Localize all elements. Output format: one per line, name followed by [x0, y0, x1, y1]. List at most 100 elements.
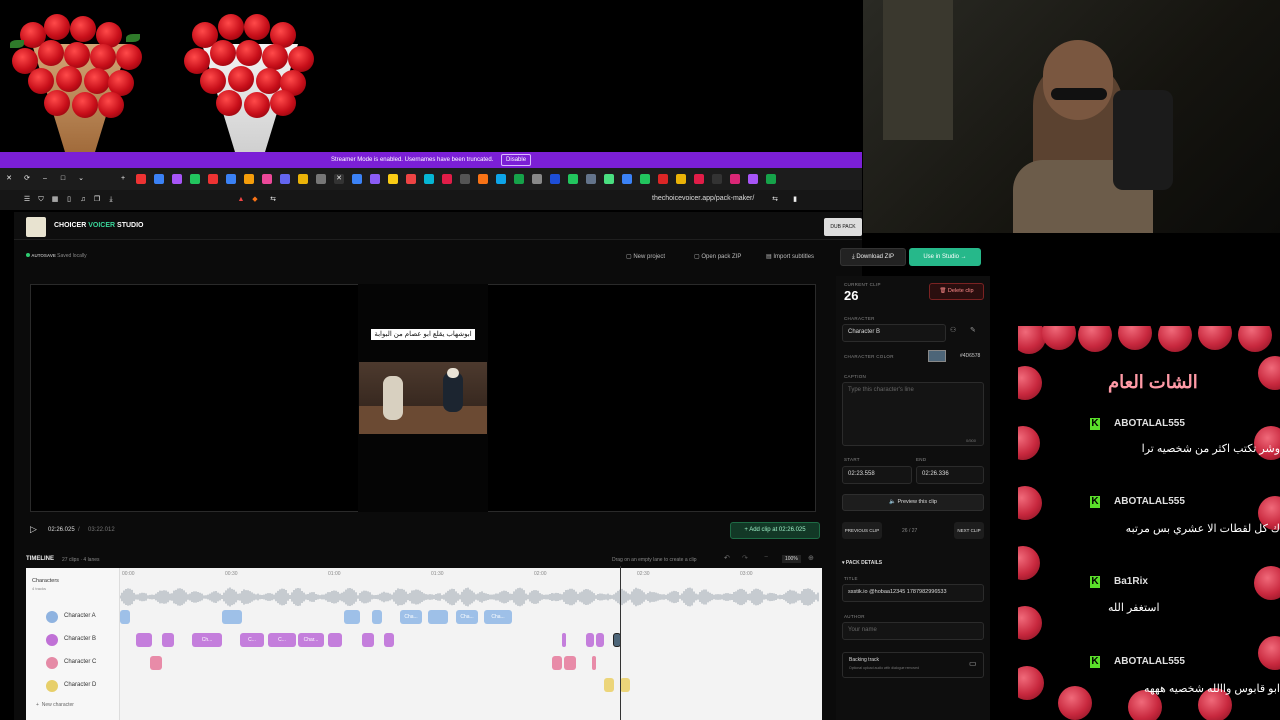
- use-in-studio-button[interactable]: Use in Studio →: [909, 248, 981, 266]
- clip-character-a[interactable]: [428, 610, 448, 624]
- tab-favicon[interactable]: [352, 174, 362, 184]
- tab-favicon[interactable]: [748, 174, 758, 184]
- tab-favicon[interactable]: [244, 174, 254, 184]
- clip-character-b[interactable]: [362, 633, 374, 647]
- tab-favicon[interactable]: [514, 174, 524, 184]
- clip-character-c[interactable]: [592, 656, 596, 670]
- tune-icon[interactable]: ⇆: [268, 195, 278, 205]
- lane-character-d[interactable]: Character D: [26, 675, 120, 697]
- clip-character-a[interactable]: Cha...: [456, 610, 478, 624]
- dub-pack-maker-button[interactable]: DUB PACK MAKER: [824, 218, 862, 248]
- redo-icon[interactable]: ↷: [742, 554, 748, 562]
- tab-favicon[interactable]: [496, 174, 506, 184]
- sidebar-toggle-icon[interactable]: ☰: [22, 195, 32, 205]
- tab-favicon[interactable]: [478, 174, 488, 184]
- brave-icon[interactable]: ◆: [250, 195, 260, 205]
- pack-details-toggle[interactable]: ▾ PACK DETAILS: [842, 560, 882, 566]
- timeline-playhead[interactable]: [620, 566, 621, 720]
- tab-favicon[interactable]: [694, 174, 704, 184]
- clip-character-b[interactable]: [562, 633, 566, 647]
- download-zip-button[interactable]: ⤓ Download ZIP: [840, 248, 906, 266]
- tab-favicon[interactable]: [712, 174, 722, 184]
- folder-icon[interactable]: ▭: [969, 659, 977, 668]
- clip-character-d[interactable]: [620, 678, 630, 692]
- clip-character-b[interactable]: [596, 633, 604, 647]
- clip-character-a[interactable]: [120, 610, 130, 624]
- tab-favicon[interactable]: [622, 174, 632, 184]
- tab-favicon[interactable]: [766, 174, 776, 184]
- tab-favicon[interactable]: [460, 174, 470, 184]
- end-time-input[interactable]: 02:26.336: [916, 466, 984, 484]
- download-icon[interactable]: ⤓: [106, 195, 116, 205]
- tab-favicon[interactable]: [136, 174, 146, 184]
- tab-favicon[interactable]: [730, 174, 740, 184]
- add-character-icon[interactable]: ⚇: [950, 326, 956, 334]
- tab-favicon[interactable]: [604, 174, 614, 184]
- disable-streamer-mode-button[interactable]: Disable: [501, 154, 532, 166]
- tab-favicon[interactable]: [424, 174, 434, 184]
- clip-character-b[interactable]: C...: [268, 633, 296, 647]
- next-clip-button[interactable]: NEXT CLIP: [954, 522, 984, 539]
- tab-favicon[interactable]: [388, 174, 398, 184]
- delete-clip-button[interactable]: 🗑 Delete clip: [929, 283, 984, 300]
- character-select[interactable]: Character B: [842, 324, 946, 342]
- lane-character-a[interactable]: Character A: [26, 606, 120, 628]
- lane-character-b[interactable]: Character B: [26, 629, 120, 651]
- lane-character-c[interactable]: Character C: [26, 652, 120, 674]
- clip-character-a[interactable]: Cha...: [484, 610, 512, 624]
- tab-favicon[interactable]: [154, 174, 164, 184]
- clip-character-b[interactable]: [136, 633, 152, 647]
- open-pack-zip-button[interactable]: ▢ Open pack ZIP: [694, 253, 741, 260]
- clip-character-b[interactable]: [586, 633, 594, 647]
- tab-favicon[interactable]: [568, 174, 578, 184]
- tab-favicon[interactable]: [586, 174, 596, 184]
- clip-character-c[interactable]: [552, 656, 562, 670]
- clip-character-b[interactable]: Char...: [298, 633, 324, 647]
- minimize-icon[interactable]: –: [40, 174, 50, 184]
- add-clip-button[interactable]: + Add clip at 02:26.025: [730, 522, 820, 539]
- tab-favicon[interactable]: [406, 174, 416, 184]
- caption-textarea[interactable]: Type this character's line: [842, 382, 984, 446]
- url-text[interactable]: thechoicevoicer.app/pack-maker/: [652, 195, 754, 202]
- close-icon[interactable]: ✕: [4, 174, 14, 184]
- tab-favicon[interactable]: [208, 174, 218, 184]
- character-color-swatch[interactable]: [928, 350, 946, 362]
- shield-icon[interactable]: ⛉: [36, 195, 46, 205]
- backing-track-upload[interactable]: Backing track Optional upload audio with…: [842, 652, 984, 678]
- tab-favicon[interactable]: [640, 174, 650, 184]
- tab-favicon[interactable]: [532, 174, 542, 184]
- clip-character-a[interactable]: [344, 610, 360, 624]
- bookmark-icon[interactable]: ▮: [790, 195, 800, 205]
- tab-favicon[interactable]: [262, 174, 272, 184]
- zoom-in-icon[interactable]: ⊕: [808, 554, 814, 562]
- preview-clip-button[interactable]: 🔈 Preview this clip: [842, 494, 984, 511]
- maximize-icon[interactable]: □: [58, 174, 68, 184]
- pack-title-input[interactable]: ssstik.io @hobaa12345 1787982996533: [842, 584, 984, 602]
- tab-favicon[interactable]: [316, 174, 326, 184]
- clip-character-c[interactable]: [150, 656, 162, 670]
- clip-character-a[interactable]: [372, 610, 382, 624]
- reload-icon[interactable]: ⟳: [22, 174, 32, 184]
- clip-character-b[interactable]: [384, 633, 394, 647]
- previous-clip-button[interactable]: PREVIOUS CLIP: [842, 522, 882, 539]
- active-tab-close-icon[interactable]: ✕: [334, 174, 344, 184]
- start-time-input[interactable]: 02:23.558: [842, 466, 912, 484]
- chevron-down-icon[interactable]: ⌄: [76, 174, 86, 184]
- undo-icon[interactable]: ↶: [724, 554, 730, 562]
- clip-character-b[interactable]: Ch...: [192, 633, 222, 647]
- clip-character-a[interactable]: [222, 610, 242, 624]
- tab-favicon[interactable]: [190, 174, 200, 184]
- tab-favicon[interactable]: [298, 174, 308, 184]
- clip-character-b[interactable]: C...: [240, 633, 264, 647]
- music-icon[interactable]: ♫: [78, 195, 88, 205]
- zoom-out-icon[interactable]: −: [764, 554, 768, 561]
- tab-favicon[interactable]: [226, 174, 236, 184]
- new-character-button[interactable]: + New character: [36, 702, 74, 708]
- tab-favicon[interactable]: [442, 174, 452, 184]
- tab-favicon[interactable]: [370, 174, 380, 184]
- new-tab-icon[interactable]: +: [118, 174, 128, 184]
- tab-favicon[interactable]: [676, 174, 686, 184]
- play-icon[interactable]: ▷: [30, 524, 37, 535]
- share-icon[interactable]: ⇆: [770, 195, 780, 205]
- new-project-button[interactable]: ▢ New project: [626, 253, 665, 260]
